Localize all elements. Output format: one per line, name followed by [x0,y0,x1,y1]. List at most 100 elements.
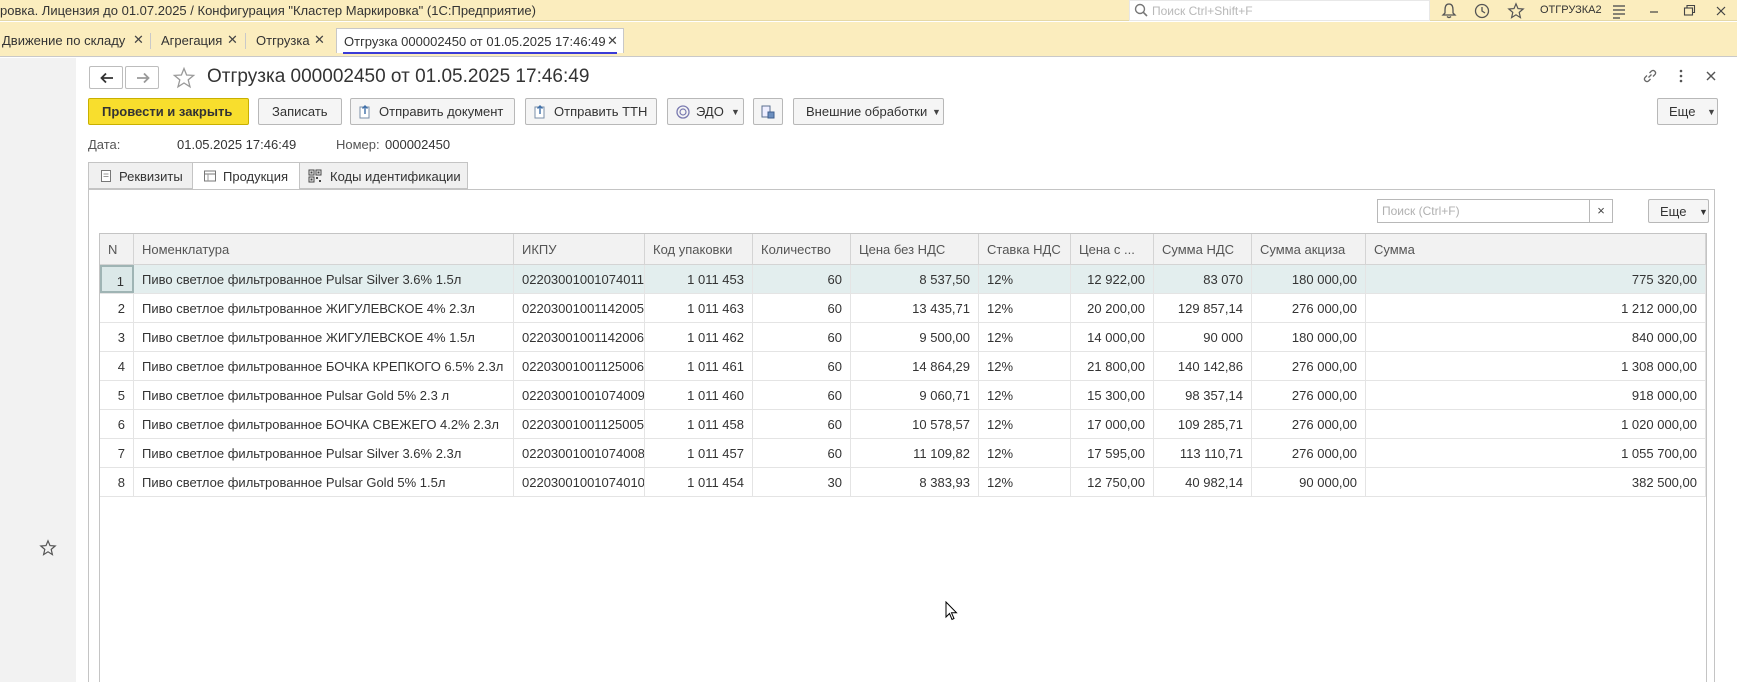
column-header[interactable]: Код упаковки [645,234,753,265]
table-cell[interactable]: 109 285,71 [1154,410,1252,438]
column-header[interactable]: Сумма [1366,234,1706,265]
table-cell[interactable]: Пиво светлое фильтрованное БОЧКА КРЕПКОГ… [134,352,514,380]
table-cell[interactable]: 17 595,00 [1071,439,1154,467]
table-cell[interactable]: 12% [979,439,1071,467]
tab-shipment-list[interactable]: Отгрузка ✕ [254,28,328,53]
table-cell[interactable]: 12% [979,352,1071,380]
table-cell[interactable]: 02203001001074011 [514,265,645,293]
tab-requisites[interactable]: Реквизиты [88,162,193,189]
table-cell[interactable]: 12 750,00 [1071,468,1154,496]
table-cell[interactable]: 2 [100,294,134,322]
table-cell[interactable]: 12% [979,323,1071,351]
tab-shipment-document[interactable]: Отгрузка 000002450 от 01.05.2025 17:46:4… [336,28,624,54]
table-cell[interactable]: 60 [753,439,851,467]
table-cell[interactable]: 276 000,00 [1252,410,1366,438]
table-cell[interactable]: 276 000,00 [1252,381,1366,409]
table-cell[interactable]: 140 142,86 [1154,352,1252,380]
table-cell[interactable]: 12% [979,468,1071,496]
table-cell[interactable]: 40 982,14 [1154,468,1252,496]
grid-more-button[interactable]: Еще ▼ [1648,199,1709,223]
forward-button[interactable] [125,66,159,89]
table-cell[interactable]: 12% [979,265,1071,293]
table-cell[interactable]: 83 070 [1154,265,1252,293]
table-cell[interactable]: 12% [979,410,1071,438]
table-cell[interactable]: 276 000,00 [1252,352,1366,380]
edo-button[interactable]: ЭДО ▼ [667,98,744,125]
table-row[interactable]: 2 Пиво светлое фильтрованное ЖИГУЛЕВСКОЕ … [100,294,1706,323]
table-cell[interactable]: 9 500,00 [851,323,979,351]
table-cell[interactable]: 60 [753,294,851,322]
table-cell[interactable]: 02203001001074009 [514,381,645,409]
table-cell[interactable]: 60 [753,352,851,380]
table-row[interactable]: 3 Пиво светлое фильтрованное ЖИГУЛЕВСКОЕ … [100,323,1706,352]
back-button[interactable] [89,66,123,89]
bell-icon[interactable] [1440,2,1458,20]
table-cell[interactable]: 276 000,00 [1252,439,1366,467]
table-cell[interactable]: 13 435,71 [851,294,979,322]
table-cell[interactable]: 1 212 000,00 [1366,294,1706,322]
table-cell[interactable]: Пиво светлое фильтрованное Pulsar Silver… [134,265,514,293]
table-cell[interactable]: 98 357,14 [1154,381,1252,409]
column-header[interactable]: ИКПУ [514,234,645,265]
close-tab-icon[interactable]: ✕ [314,32,325,48]
table-cell[interactable]: 276 000,00 [1252,294,1366,322]
table-cell[interactable]: 8 383,93 [851,468,979,496]
table-cell[interactable]: 02203001001142005 [514,294,645,322]
column-header[interactable]: N [100,234,134,265]
history-icon[interactable] [1473,2,1491,20]
table-cell[interactable]: 60 [753,265,851,293]
table-cell[interactable]: 90 000,00 [1252,468,1366,496]
clear-search-button[interactable]: × [1589,200,1612,222]
tab-aggregation[interactable]: Агрегация ✕ [159,28,241,53]
column-header[interactable]: Сумма НДС [1154,234,1252,265]
favorites-star-icon[interactable] [1507,2,1525,20]
column-header[interactable]: Ставка НДС [979,234,1071,265]
table-cell[interactable]: 129 857,14 [1154,294,1252,322]
table-cell[interactable]: 4 [100,352,134,380]
table-row[interactable]: 8 Пиво светлое фильтрованное Pulsar Gold … [100,468,1706,497]
table-cell[interactable]: 180 000,00 [1252,265,1366,293]
table-cell[interactable]: 1 011 458 [645,410,753,438]
close-form-icon[interactable] [1702,67,1720,85]
close-tab-icon[interactable]: ✕ [133,32,144,48]
table-cell[interactable]: 840 000,00 [1366,323,1706,351]
table-cell[interactable]: 15 300,00 [1071,381,1154,409]
close-tab-icon[interactable]: ✕ [607,33,618,49]
table-cell[interactable]: Пиво светлое фильтрованное ЖИГУЛЕВСКОЕ 4… [134,294,514,322]
tab-identification-codes[interactable]: Коды идентификации [299,162,468,189]
table-cell[interactable]: 6 [100,410,134,438]
table-cell[interactable]: 1 308 000,00 [1366,352,1706,380]
table-cell[interactable]: 02203001001074010 [514,468,645,496]
close-tab-icon[interactable]: ✕ [227,32,238,48]
table-row[interactable]: 5 Пиво светлое фильтрованное Pulsar Gold … [100,381,1706,410]
table-cell[interactable]: 12% [979,381,1071,409]
favorites-icon[interactable] [39,539,57,557]
table-cell[interactable]: Пиво светлое фильтрованное Pulsar Silver… [134,439,514,467]
table-cell[interactable]: 02203001001125005 [514,410,645,438]
more-button[interactable]: Еще ▼ [1657,98,1718,125]
minimize-icon[interactable] [1645,2,1663,20]
send-document-button[interactable]: Отправить документ [350,98,515,125]
table-cell[interactable]: 180 000,00 [1252,323,1366,351]
table-cell[interactable]: 1 [100,265,134,293]
table-cell[interactable]: 1 020 000,00 [1366,410,1706,438]
column-header[interactable]: Цена без НДС [851,234,979,265]
global-search-input[interactable]: Поиск Ctrl+Shift+F [1129,0,1430,21]
table-cell[interactable]: Пиво светлое фильтрованное Pulsar Gold 5… [134,381,514,409]
table-cell[interactable]: 9 060,71 [851,381,979,409]
table-cell[interactable]: 3 [100,323,134,351]
table-row[interactable]: 1 Пиво светлое фильтрованное Pulsar Silve… [100,265,1706,294]
table-cell[interactable]: Пиво светлое фильтрованное ЖИГУЛЕВСКОЕ 4… [134,323,514,351]
table-row[interactable]: 6 Пиво светлое фильтрованное БОЧКА СВЕЖЕГ… [100,410,1706,439]
column-header[interactable]: Номенклатура [134,234,514,265]
column-header[interactable]: Сумма акциза [1252,234,1366,265]
table-cell[interactable]: 90 000 [1154,323,1252,351]
send-ttn-button[interactable]: Отправить ТТН [525,98,657,125]
table-cell[interactable]: 14 864,29 [851,352,979,380]
menu-icon[interactable] [1610,2,1628,20]
table-cell[interactable]: 11 109,82 [851,439,979,467]
table-cell[interactable]: 60 [753,410,851,438]
table-cell[interactable]: 1 011 460 [645,381,753,409]
table-cell[interactable]: 8 [100,468,134,496]
write-button[interactable]: Записать [258,98,342,125]
